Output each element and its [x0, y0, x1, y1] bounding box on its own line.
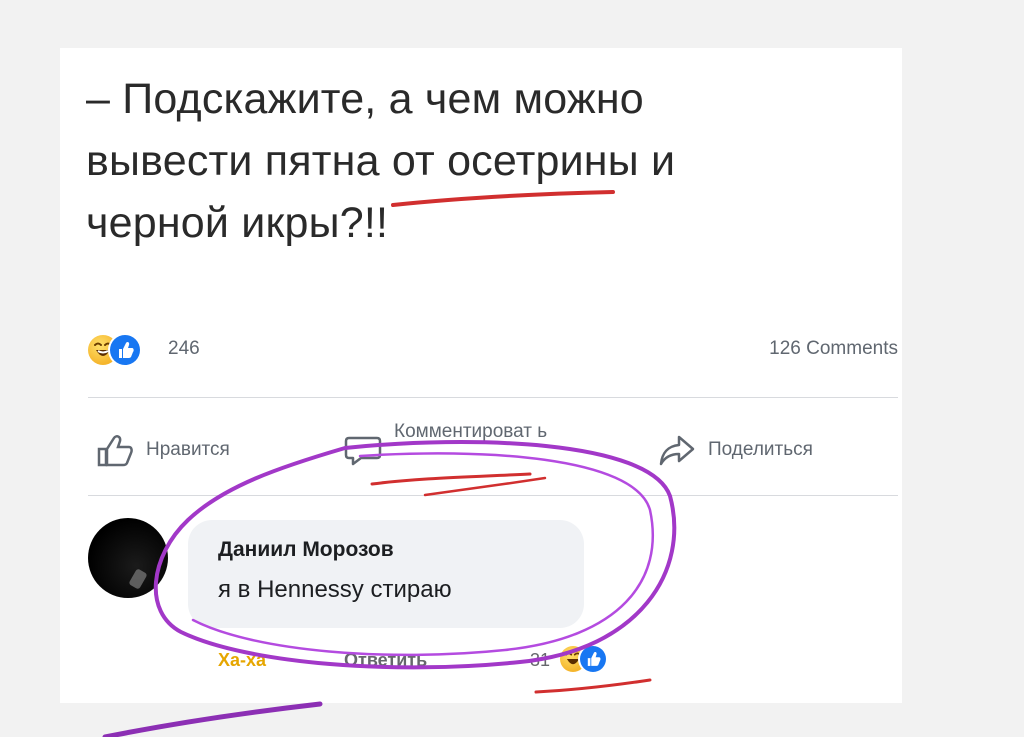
reply-link[interactable]: Ответить — [344, 650, 427, 671]
avatar[interactable] — [88, 518, 168, 598]
post-text-line-1: – Подскажите, а чем можно — [86, 75, 644, 123]
facebook-post-card: – Подскажите, а чем можно вывести пятна … — [60, 48, 902, 703]
post-text-line-2: вывести пятна от осетрины и — [86, 137, 676, 185]
comment-bubble: Даниил Морозов я в Hennessy стираю — [188, 520, 584, 628]
comments-count[interactable]: 126 Comments — [769, 338, 898, 360]
comment-author[interactable]: Даниил Морозов — [218, 538, 394, 562]
like-button[interactable]: Нравится — [96, 430, 230, 470]
post-text-line-3: черной икры?!! — [86, 199, 389, 247]
reactions-summary[interactable]: 246 126 Comments — [88, 333, 898, 367]
avatar-image-detail — [128, 568, 148, 590]
share-button[interactable]: Поделиться — [658, 430, 813, 470]
share-label: Поделиться — [708, 439, 813, 460]
haha-reaction-link[interactable]: Ха-ха — [218, 650, 266, 671]
screenshot-stage: – Подскажите, а чем можно вывести пятна … — [0, 0, 1024, 737]
like-label: Нравится — [146, 439, 230, 460]
comment-reaction-icons[interactable] — [560, 646, 620, 674]
reactions-count[interactable]: 246 — [168, 338, 200, 360]
comment-actions: Ха-ха Ответить 31 — [218, 642, 718, 682]
comment-text: я в Hennessy стираю — [218, 576, 452, 603]
thumb-up-icon — [97, 435, 133, 467]
like-icon — [580, 646, 606, 672]
post-text: – Подскажите, а чем можно вывести пятна … — [86, 68, 846, 254]
purple-stroke-bottom — [102, 701, 323, 737]
comment-button[interactable]: Комментироват ь — [344, 421, 614, 470]
comment-icon — [344, 436, 382, 466]
comment-reaction-count[interactable]: 31 — [530, 650, 550, 671]
like-icon — [110, 335, 140, 365]
reaction-icons[interactable] — [88, 335, 154, 365]
post-actions: Нравится Комментироват ь Поделиться — [88, 416, 898, 476]
top-divider — [88, 397, 898, 398]
comment-label: Комментироват ь — [394, 421, 548, 442]
comment: Даниил Морозов я в Hennessy стираю Ха-ха… — [88, 518, 898, 688]
share-arrow-icon — [659, 435, 695, 466]
bottom-divider — [88, 495, 898, 496]
